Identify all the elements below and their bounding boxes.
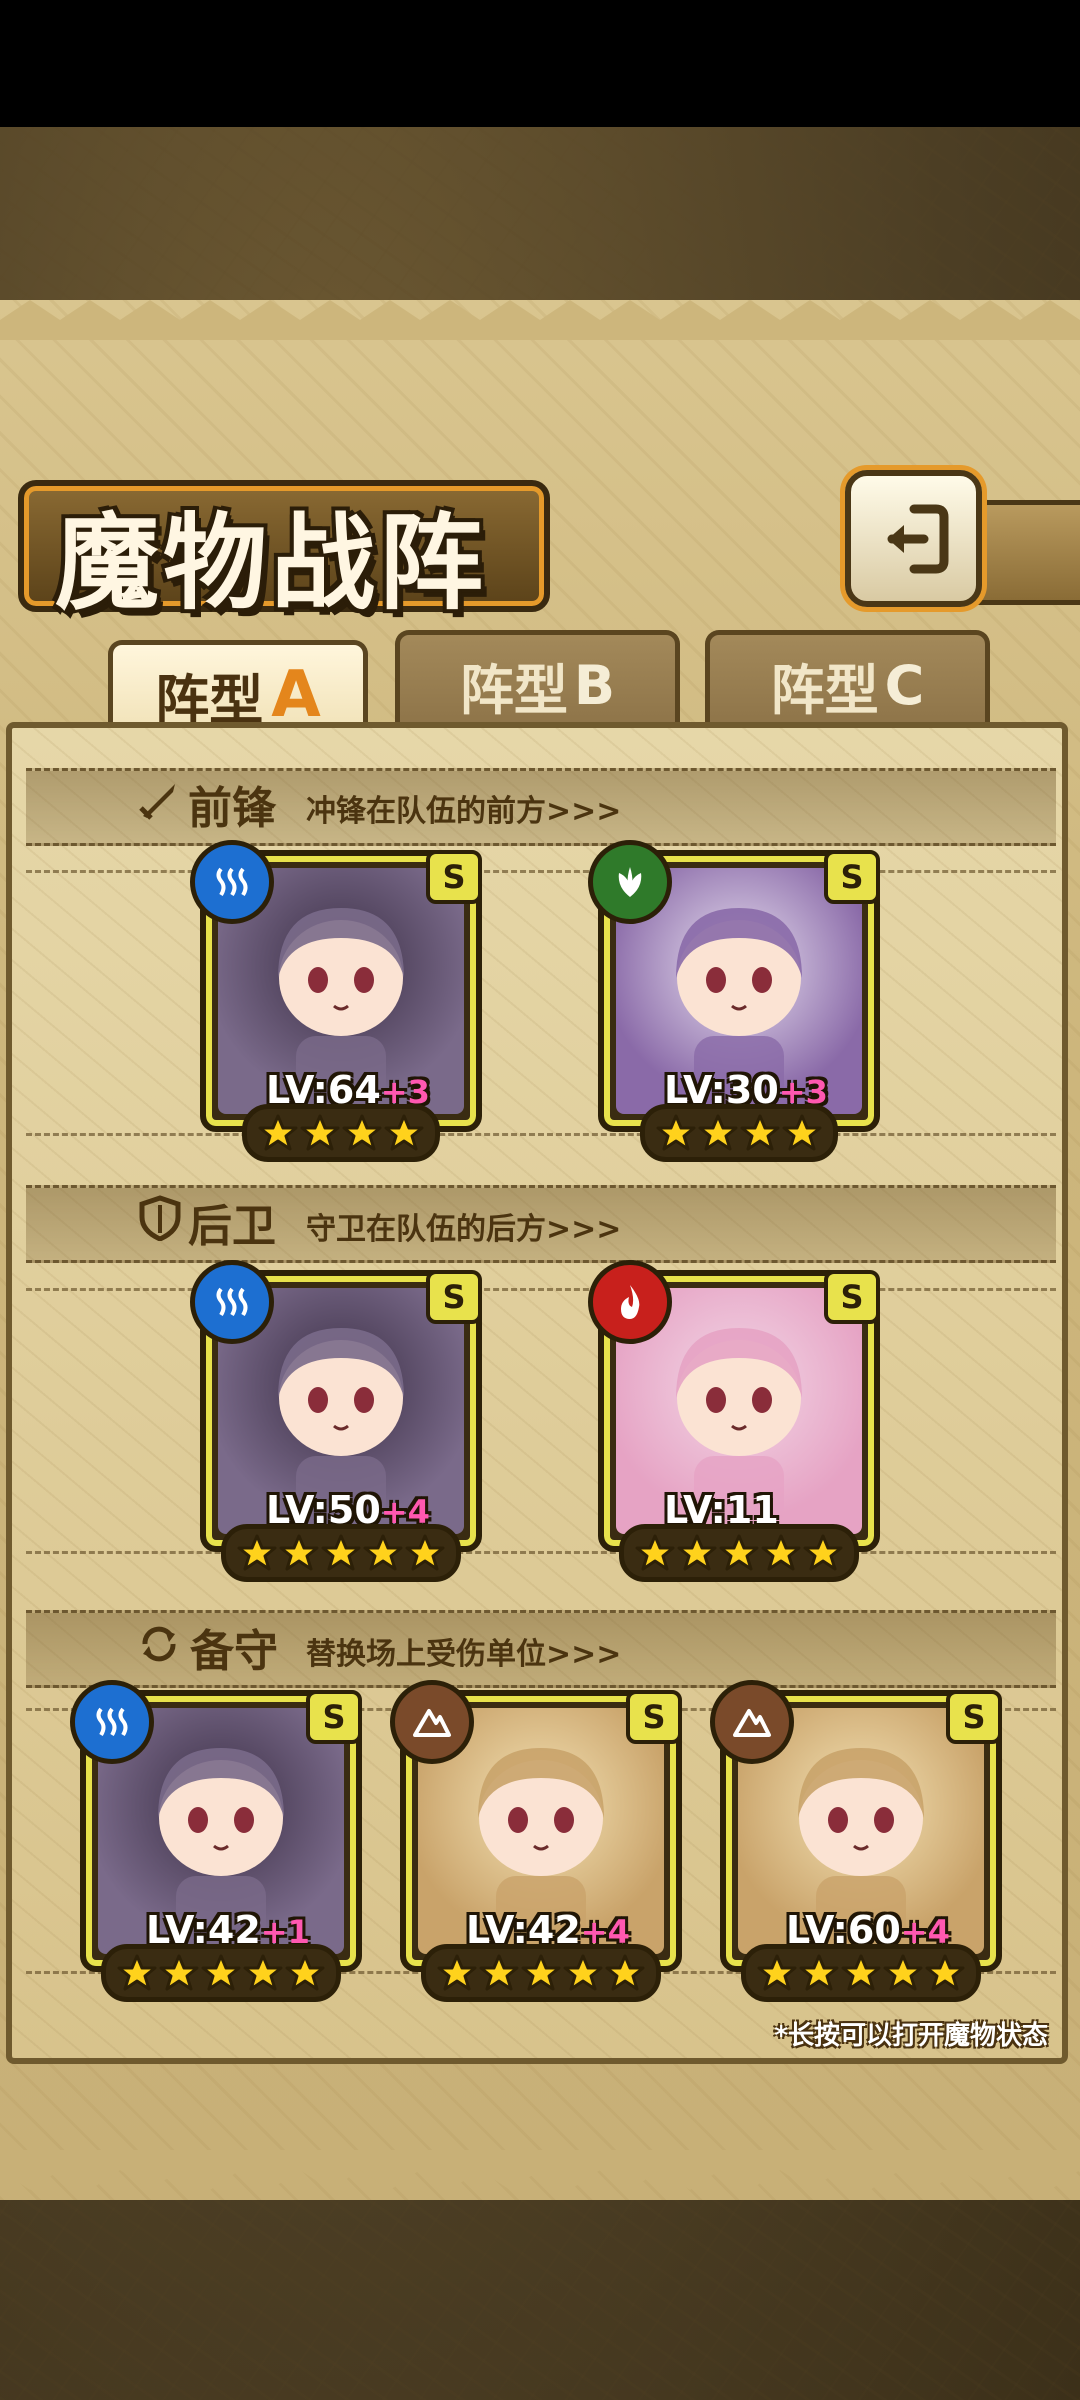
- section-title: 前锋: [188, 783, 276, 834]
- star-rating: [101, 1944, 341, 2002]
- star-icon: [803, 1534, 843, 1571]
- star-icon: [757, 1954, 797, 1991]
- section-desc: 守卫在队伍的后方>>>: [306, 1212, 622, 1247]
- rank-badge: S: [824, 850, 880, 904]
- back-rail: [970, 500, 1080, 605]
- rank-badge: S: [426, 1270, 482, 1324]
- panel-bottom-edge: [0, 2150, 1080, 2190]
- unit-card[interactable]: S LV:42+1: [70, 1680, 362, 2002]
- fire-icon: [588, 1260, 672, 1344]
- star-icon: [925, 1954, 965, 1991]
- star-rating: [640, 1104, 838, 1162]
- star-icon: [883, 1954, 923, 1991]
- star-rating: [221, 1524, 461, 1582]
- star-icon: [117, 1954, 157, 1991]
- star-icon: [437, 1954, 477, 1991]
- star-icon: [342, 1114, 382, 1151]
- panel-top-edge: [0, 300, 1080, 340]
- star-icon: [698, 1114, 738, 1151]
- water-icon: [190, 1260, 274, 1344]
- unit-card[interactable]: S LV:60+4: [710, 1680, 1002, 2002]
- swap-icon: [142, 1626, 176, 1662]
- tab-formation-b[interactable]: 阵型 B: [395, 630, 680, 735]
- star-rating: [619, 1524, 859, 1582]
- back-button[interactable]: [845, 470, 982, 607]
- star-icon: [405, 1534, 445, 1571]
- star-icon: [761, 1534, 801, 1571]
- star-icon: [300, 1114, 340, 1151]
- star-icon: [159, 1954, 199, 1991]
- tab-label: 阵型: [770, 658, 879, 722]
- section-title: 后卫: [188, 1201, 276, 1252]
- tab-letter: C: [884, 653, 925, 717]
- star-icon: [363, 1534, 403, 1571]
- unit-card[interactable]: S LV:50+4: [190, 1260, 482, 1582]
- tab-label: 阵型: [459, 658, 568, 722]
- rank-badge: S: [426, 850, 482, 904]
- tab-letter: B: [573, 653, 616, 717]
- shield-icon: [139, 1195, 181, 1241]
- sword-icon: [139, 784, 175, 820]
- unit-card[interactable]: S LV:11: [588, 1260, 880, 1582]
- section-desc: 替换场上受伤单位>>>: [306, 1637, 622, 1672]
- star-icon: [279, 1534, 319, 1571]
- star-icon: [635, 1534, 675, 1571]
- leaf-icon: [588, 840, 672, 924]
- water-icon: [190, 840, 274, 924]
- star-icon: [677, 1534, 717, 1571]
- status-bar: [0, 0, 1080, 127]
- unit-card[interactable]: S LV:42+4: [390, 1680, 682, 2002]
- long-press-hint: *长按可以打开魔物状态: [774, 2021, 1048, 2051]
- earth-icon: [390, 1680, 474, 1764]
- row-rail: [26, 870, 1056, 1136]
- star-icon: [285, 1954, 325, 1991]
- section-desc: 冲锋在队伍的前方>>>: [306, 794, 622, 829]
- star-rating: [421, 1944, 661, 2002]
- star-icon: [321, 1534, 361, 1571]
- unit-card[interactable]: S LV:64+3: [190, 840, 482, 1162]
- star-icon: [782, 1114, 822, 1151]
- unit-card[interactable]: S LV:30+3: [588, 840, 880, 1162]
- page-title: 魔物战阵: [55, 501, 488, 624]
- star-icon: [243, 1954, 283, 1991]
- star-icon: [384, 1114, 424, 1151]
- water-icon: [70, 1680, 154, 1764]
- star-icon: [521, 1954, 561, 1991]
- star-rating: [741, 1944, 981, 2002]
- row-rail: [26, 1288, 1056, 1554]
- star-icon: [605, 1954, 645, 1991]
- star-icon: [237, 1534, 277, 1571]
- rank-badge: S: [946, 1690, 1002, 1744]
- star-icon: [479, 1954, 519, 1991]
- star-icon: [563, 1954, 603, 1991]
- star-icon: [656, 1114, 696, 1151]
- rank-badge: S: [824, 1270, 880, 1324]
- star-icon: [799, 1954, 839, 1991]
- star-rating: [242, 1104, 440, 1162]
- earth-icon: [710, 1680, 794, 1764]
- star-icon: [841, 1954, 881, 1991]
- rank-badge: S: [306, 1690, 362, 1744]
- rank-badge: S: [626, 1690, 682, 1744]
- back-arrow-icon: [887, 504, 948, 573]
- star-icon: [719, 1534, 759, 1571]
- section-title: 备守: [190, 1626, 278, 1677]
- tab-formation-c[interactable]: 阵型 C: [705, 630, 990, 735]
- star-icon: [201, 1954, 241, 1991]
- star-icon: [258, 1114, 298, 1151]
- tab-letter: A: [271, 658, 321, 732]
- star-icon: [740, 1114, 780, 1151]
